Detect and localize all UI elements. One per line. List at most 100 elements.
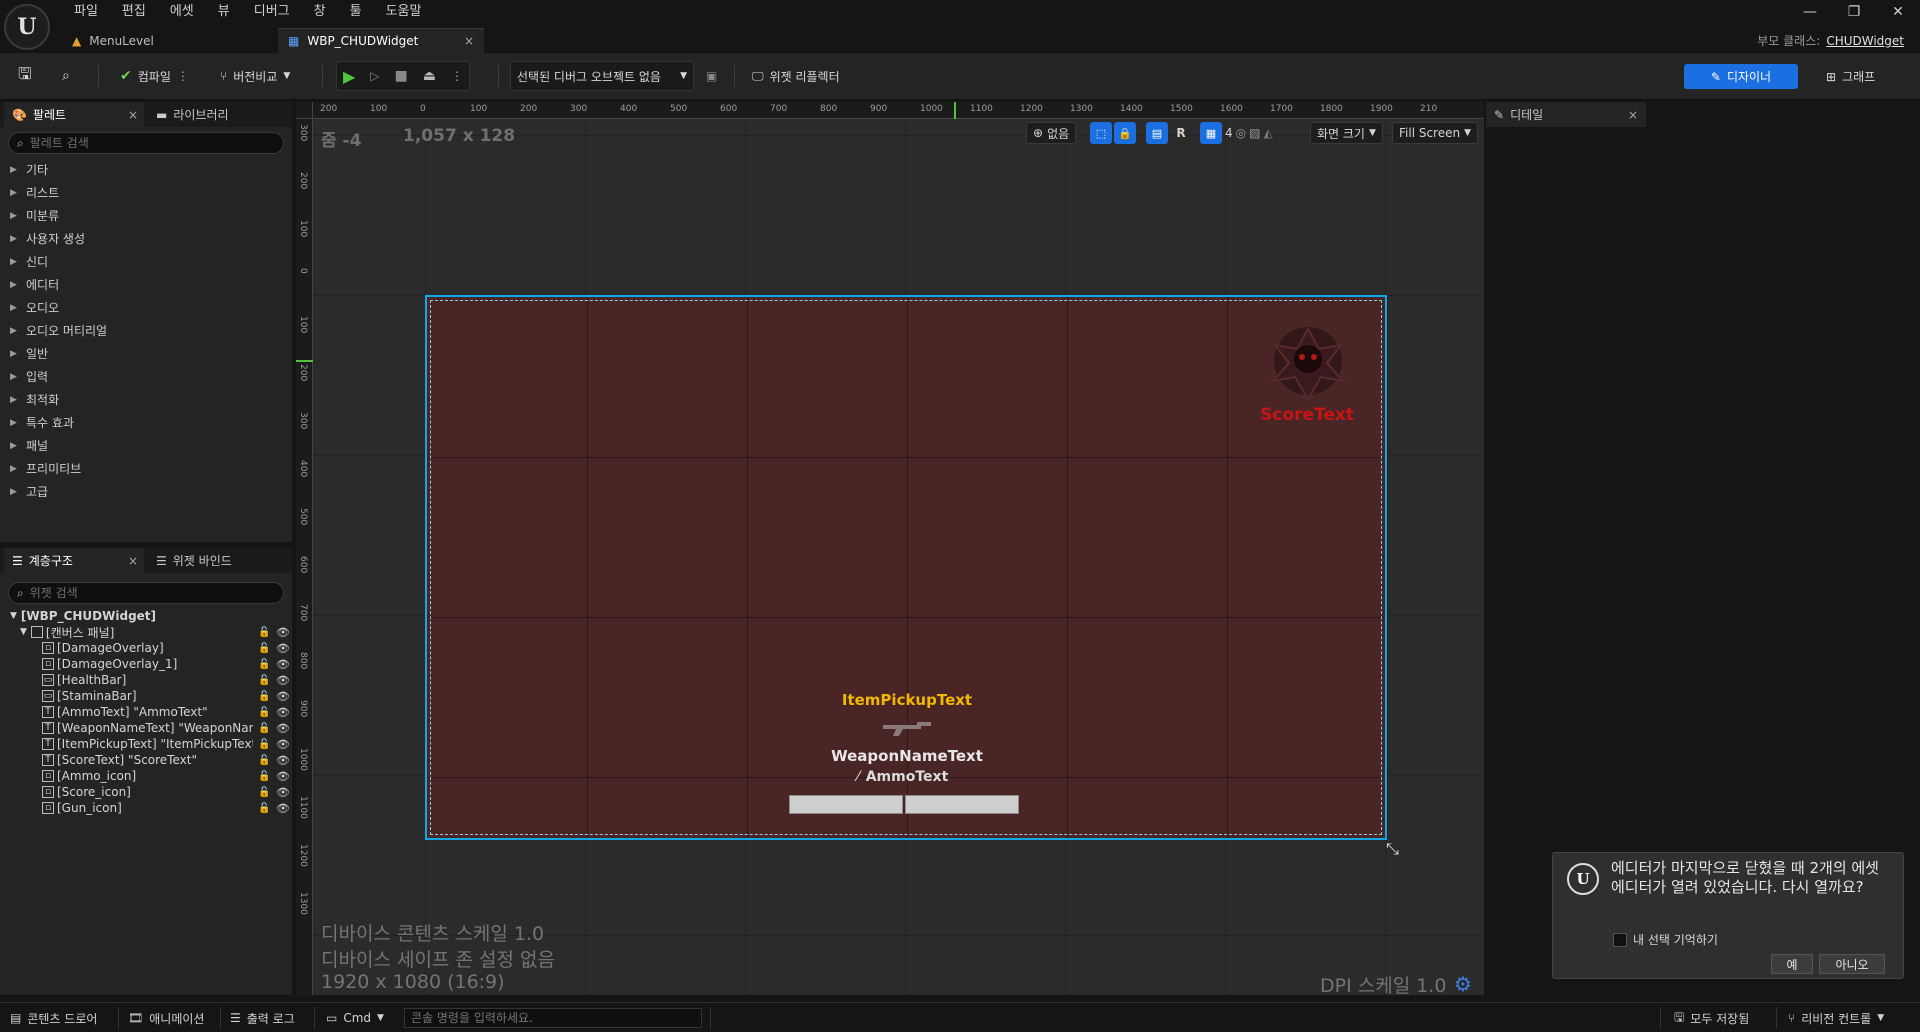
menu-window[interactable]: 창 — [302, 2, 338, 22]
lock-icon[interactable]: 🔒 — [1114, 122, 1136, 144]
close-window-icon[interactable]: ✕ — [1876, 0, 1920, 24]
tab-hierarchy[interactable]: ☰ 계층구조 × — [4, 548, 144, 573]
menu-help[interactable]: 도움말 — [374, 2, 434, 22]
console-input-box[interactable] — [404, 1008, 702, 1028]
lock-icon[interactable]: 🔓 — [258, 659, 270, 670]
resize-handle-icon[interactable]: ⤡ — [1386, 839, 1399, 859]
eye-icon[interactable]: 👁 — [276, 722, 290, 735]
lock-icon[interactable]: 🔓 — [258, 675, 270, 686]
eye-icon[interactable]: 👁 — [276, 770, 290, 783]
debug-object-select[interactable]: 선택된 디버그 오브젝트 없음 ▼ — [510, 61, 694, 91]
hierarchy-search-input[interactable] — [29, 586, 250, 600]
step-icon[interactable]: ▷ — [370, 69, 379, 83]
palette-category[interactable]: ▶ 특수 효과 — [10, 411, 74, 434]
output-log-button[interactable]: ☰ 출력 로그 — [230, 1009, 295, 1027]
tree-item[interactable]: ▭ [HealthBar] 🔓 👁 — [42, 672, 322, 688]
tree-item[interactable]: ▫ [Gun_icon] 🔓 👁 — [42, 800, 322, 816]
tree-item[interactable]: T [ItemPickupText] "ItemPickupText" 🔓 👁 — [42, 736, 322, 752]
ammo-text[interactable]: AmmoText — [857, 769, 957, 785]
eye-icon[interactable]: 👁 — [276, 626, 290, 639]
palette-category[interactable]: ▶ 고급 — [10, 480, 48, 503]
lock-icon[interactable]: 🔓 — [258, 787, 270, 798]
eye-icon[interactable]: 👁 — [276, 786, 290, 799]
menu-debug[interactable]: 디버그 — [242, 2, 302, 22]
weapon-name-text[interactable]: WeaponNameText — [807, 747, 1007, 765]
layout-icon[interactable]: ▤ — [1146, 122, 1168, 144]
animation-button[interactable]: 🎞 애니메이션 — [128, 1009, 204, 1027]
eye-icon[interactable]: 👁 — [276, 706, 290, 719]
play-options-icon[interactable]: ⋮ — [451, 69, 463, 83]
lock-icon[interactable]: 🔓 — [258, 691, 270, 702]
close-icon[interactable]: × — [1628, 108, 1638, 122]
tree-item[interactable]: ▭ [StaminaBar] 🔓 👁 — [42, 688, 322, 704]
eye-icon[interactable]: 👁 — [276, 674, 290, 687]
graph-mode-button[interactable]: ⊞ 그래프 — [1826, 64, 1875, 89]
grid-snap-value[interactable]: 4 — [1225, 126, 1233, 140]
tree-item[interactable]: T [ScoreText] "ScoreText" 🔓 👁 — [42, 752, 322, 768]
content-drawer-button[interactable]: ▤ 콘텐츠 드로어 — [10, 1009, 97, 1027]
debug-browse-button[interactable]: ▣ — [700, 61, 723, 91]
eject-icon[interactable]: ⏏ — [423, 68, 436, 84]
browse-button[interactable]: ⌕ — [56, 61, 76, 91]
compile-button[interactable]: ✔ 컴파일 ⋮ — [114, 61, 195, 91]
diff-button[interactable]: ⑂ 버전비교 ▼ — [214, 61, 296, 91]
dpi-settings-icon[interactable]: ⚙ — [1454, 972, 1472, 995]
console-input[interactable] — [411, 1011, 691, 1025]
stop-icon[interactable]: ■ — [395, 68, 408, 84]
lock-icon[interactable]: 🔓 — [258, 803, 270, 814]
close-icon[interactable]: × — [128, 108, 138, 122]
palette-category[interactable]: ▶ 입력 — [10, 365, 48, 388]
menu-view[interactable]: 뷰 — [206, 2, 242, 22]
tree-canvas-panel[interactable]: ▼ [캔버스 패널] 🔓 👁 — [20, 624, 300, 640]
select-mode-icon[interactable]: ⬚ — [1090, 122, 1112, 144]
revision-control-button[interactable]: ⑂ 리비전 컨트롤 ▼ — [1788, 1009, 1884, 1027]
save-all-button[interactable]: 🖫 모두 저장됨 — [1674, 1009, 1749, 1027]
palette-search[interactable]: ⌕ — [8, 132, 284, 154]
restore-icon[interactable]: ❐ — [1832, 0, 1876, 24]
palette-category[interactable]: ▶ 에디터 — [10, 273, 59, 296]
lock-icon[interactable]: 🔓 — [258, 755, 270, 766]
eye-icon[interactable]: 👁 — [276, 738, 290, 751]
locale-select[interactable]: ⊕ 없음 — [1026, 122, 1077, 144]
tree-item[interactable]: ▫ [Score_icon] 🔓 👁 — [42, 784, 322, 800]
lock-icon[interactable]: 🔓 — [258, 723, 270, 734]
palette-category[interactable]: ▶ 최적화 — [10, 388, 59, 411]
remember-choice[interactable]: 내 선택 기억하기 — [1613, 931, 1718, 948]
parent-class-link[interactable]: CHUDWidget — [1826, 34, 1904, 48]
palette-category[interactable]: ▶ 오디오 — [10, 296, 59, 319]
palette-category[interactable]: ▶ 일반 — [10, 342, 48, 365]
hierarchy-search[interactable]: ⌕ — [8, 582, 284, 604]
tree-item[interactable]: T[WeaponNameText] "WeaponNameText" 🔓 👁 — [42, 720, 322, 736]
tree-item[interactable]: T [AmmoText] "AmmoText" 🔓 👁 — [42, 704, 322, 720]
palette-category[interactable]: ▶ 사용자 생성 — [10, 227, 85, 250]
tab-palette[interactable]: 🎨 팔레트 × — [4, 102, 144, 127]
screen-size-select[interactable]: 화면 크기 ▼ — [1310, 122, 1383, 144]
flip-icon[interactable]: ◭ — [1263, 126, 1272, 140]
image-preview-icon[interactable]: ▨ — [1249, 126, 1260, 140]
tab-bindings[interactable]: ☰ 위젯 바인드 — [148, 548, 288, 573]
palette-category[interactable]: ▶ 프리미티브 — [10, 457, 81, 480]
unreal-logo-icon[interactable]: U — [4, 4, 50, 50]
eye-icon[interactable]: 👁 — [276, 658, 290, 671]
health-bar[interactable] — [789, 795, 903, 814]
score-text[interactable]: ScoreText — [1257, 405, 1357, 425]
close-tab-icon[interactable]: × — [464, 34, 474, 48]
tree-item[interactable]: ▫ [DamageOverlay_1] 🔓 👁 — [42, 656, 322, 672]
item-pickup-text[interactable]: ItemPickupText — [807, 691, 1007, 709]
compile-options-icon[interactable]: ⋮ — [177, 69, 189, 83]
lock-icon[interactable]: 🔓 — [258, 627, 270, 638]
close-icon[interactable]: × — [128, 554, 138, 568]
menu-edit[interactable]: 편집 — [110, 2, 158, 22]
menu-tools[interactable]: 툴 — [338, 2, 374, 22]
play-icon[interactable]: ▶ — [343, 67, 355, 86]
stamina-bar[interactable] — [905, 795, 1019, 814]
outline-icon[interactable]: ◎ — [1236, 126, 1246, 140]
score-icon[interactable] — [1261, 319, 1355, 413]
lock-icon[interactable]: 🔓 — [258, 771, 270, 782]
widget-reflector-button[interactable]: 🖵 위젯 리플렉터 — [746, 61, 846, 91]
no-button[interactable]: 아니오 — [1819, 954, 1885, 974]
eye-icon[interactable]: 👁 — [276, 690, 290, 703]
designer-viewport[interactable]: ScoreText ItemPickupText WeaponNameText … — [296, 102, 1484, 995]
tab-wbp-chudwidget[interactable]: ▦ WBP_CHUDWidget × — [278, 28, 484, 53]
r-toggle[interactable]: R — [1170, 126, 1192, 140]
